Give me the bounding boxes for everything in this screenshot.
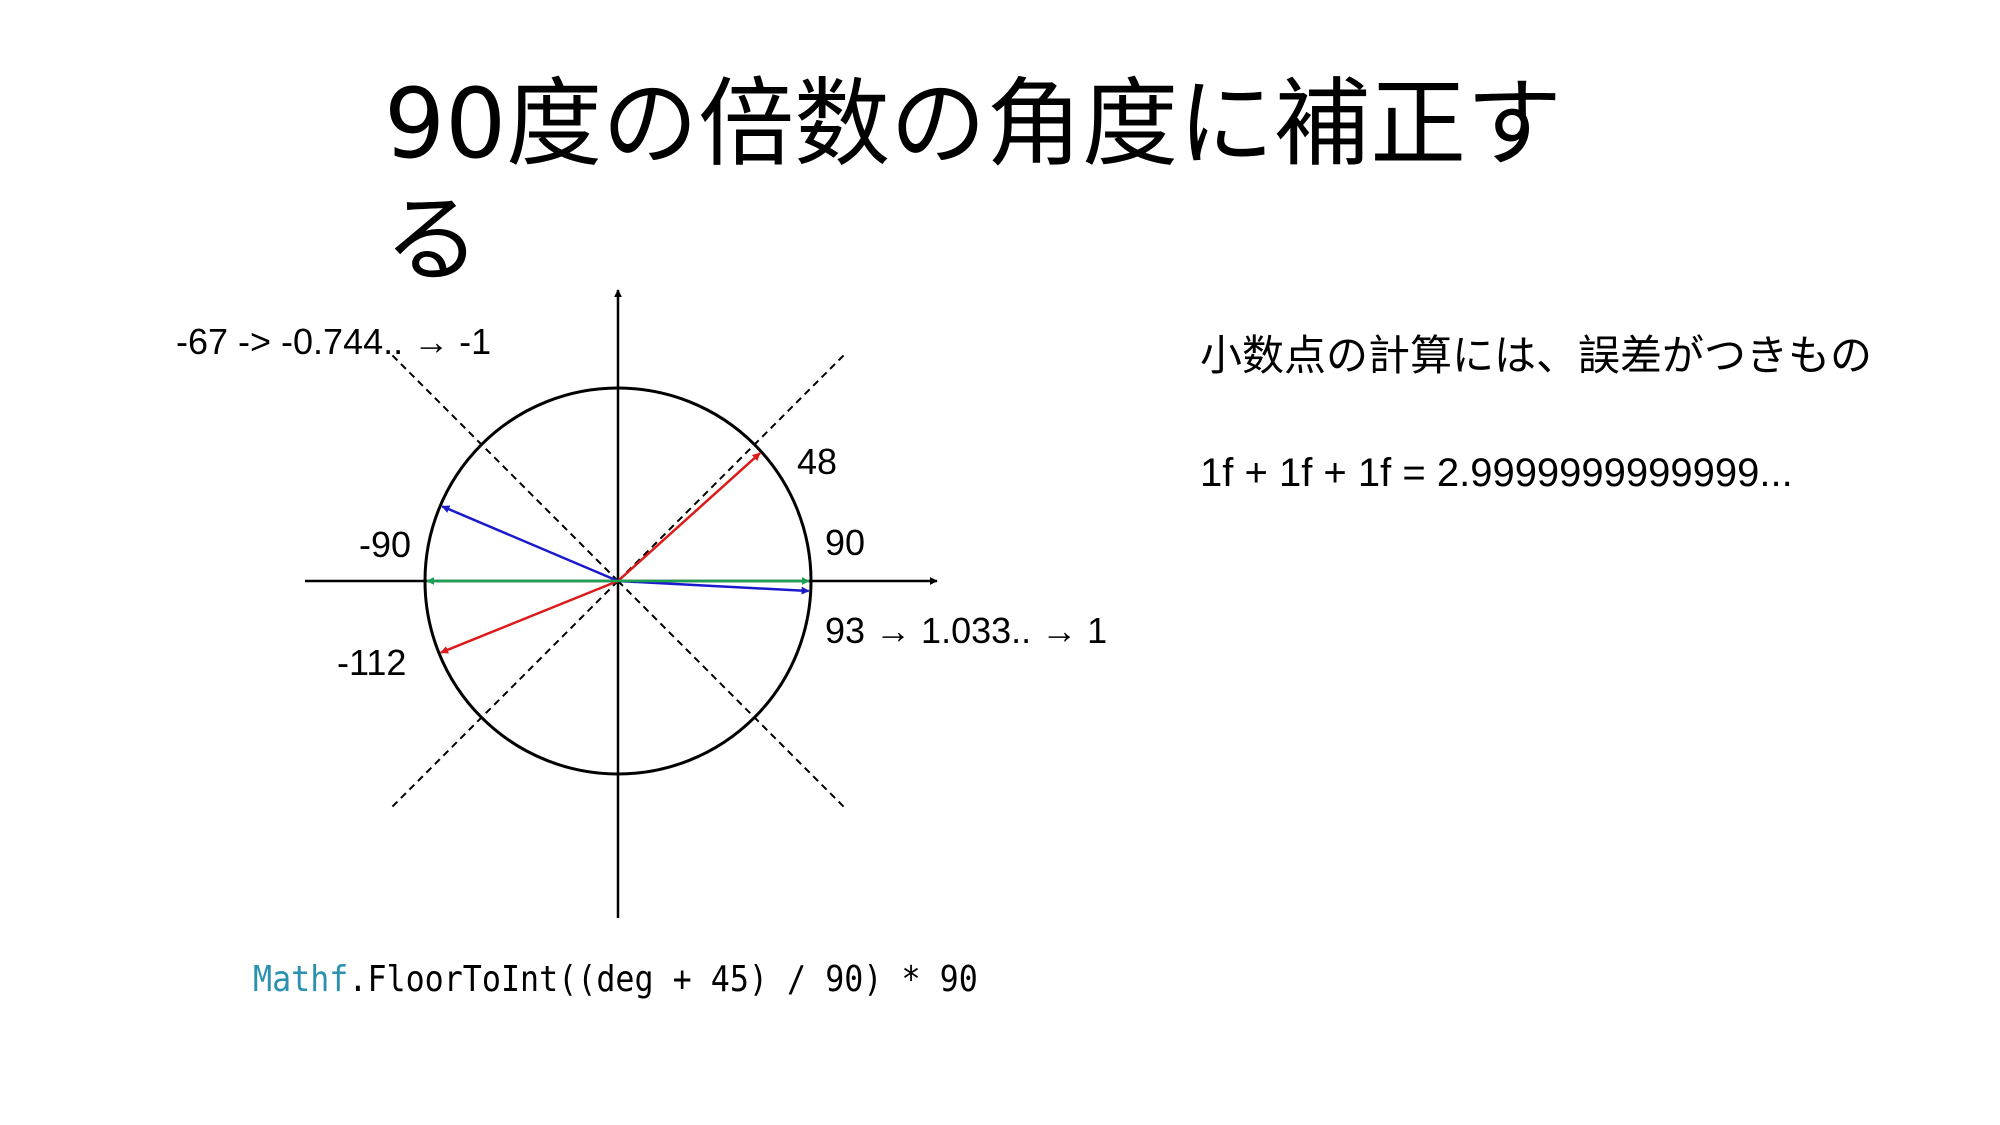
- boundary-line: [617, 580, 845, 808]
- boundary-line: [391, 354, 619, 582]
- label-minus-67: -67 -> -0.744.. → -1: [176, 321, 491, 362]
- vector-arrow: [441, 505, 619, 583]
- angle-diagram: -67 -> -0.744.. → -1 48 -90 90 93 → 1.03…: [176, 289, 1107, 918]
- vector-arrow: [617, 579, 810, 595]
- note-text: 小数点の計算には、誤差がつきもの: [1200, 331, 1873, 380]
- label-minus-112: -112: [337, 642, 406, 683]
- code-snippet: Mathf.FloorToInt((deg + 45) / 90) * 90: [253, 958, 978, 1002]
- label-90: 90: [825, 522, 865, 563]
- vector-arrow: [440, 579, 619, 654]
- label-48: 48: [797, 441, 837, 482]
- boundary-line: [391, 580, 619, 808]
- label-93: 93 → 1.033.. → 1: [825, 610, 1107, 651]
- slide: 90度の倍数の角度に補正する -67 -> -0.744.. → -1 48 -…: [0, 0, 2000, 1125]
- code-expression: .FloorToInt((deg + 45) / 90) * 90: [348, 959, 978, 1000]
- code-class-name: Mathf: [253, 959, 349, 1000]
- label-minus-90: -90: [359, 524, 411, 565]
- vector-arrow: [617, 452, 761, 582]
- note-equation: 1f + 1f + 1f = 2.9999999999999...: [1200, 451, 1793, 495]
